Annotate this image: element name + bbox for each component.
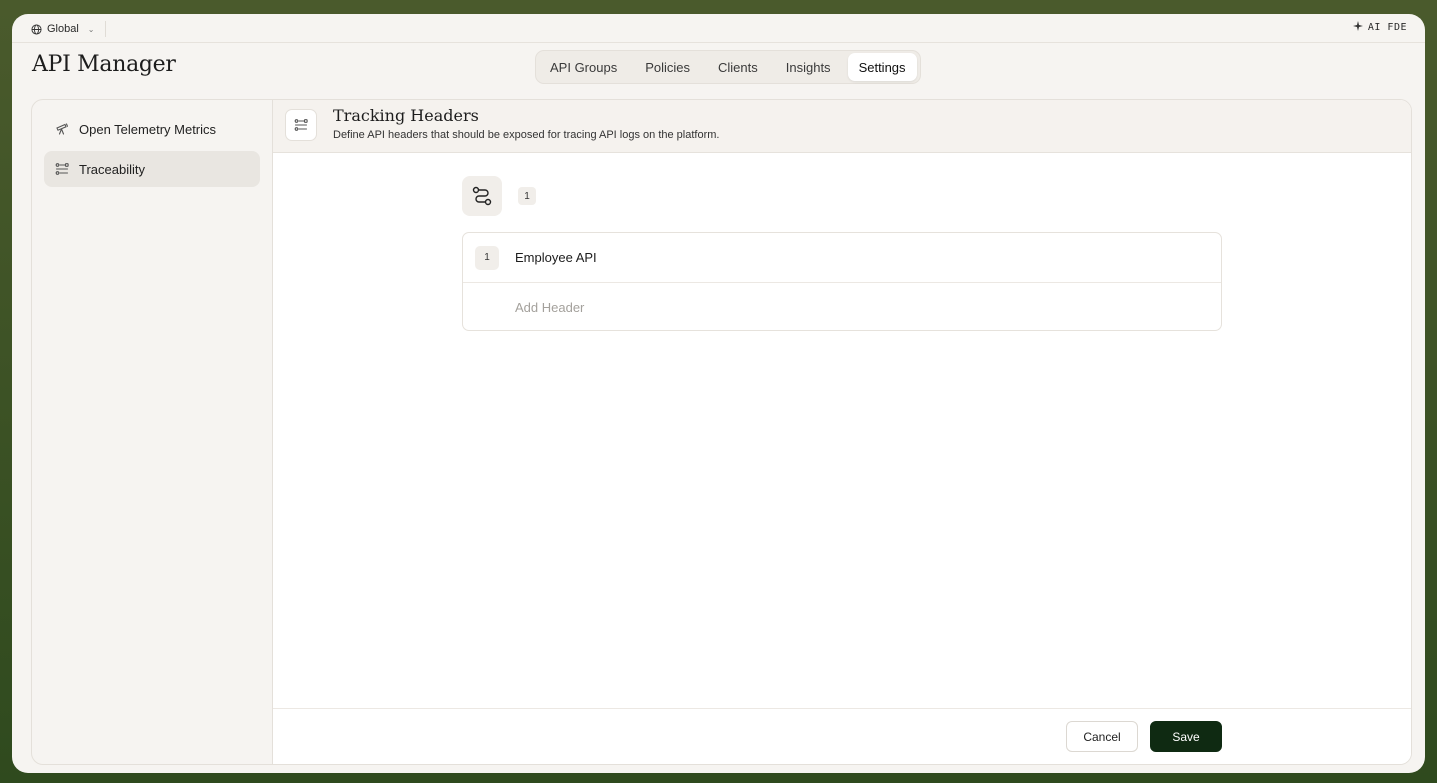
traceability-icon (285, 109, 317, 141)
top-bar: Global ⌄ AI FDE (12, 14, 1425, 43)
scope-label: Global (47, 23, 79, 35)
sidebar-item-label: Traceability (79, 161, 145, 177)
ai-fde-button[interactable]: AI FDE (1352, 21, 1407, 34)
globe-icon (31, 23, 42, 35)
settings-panel: Open Telemetry Metrics Traceability Trac… (31, 99, 1412, 765)
telescope-icon (55, 122, 69, 136)
section-header: Tracking Headers Define API headers that… (273, 100, 1411, 153)
traceability-icon (55, 162, 69, 176)
ai-fde-label: AI FDE (1367, 22, 1407, 33)
scope-selector[interactable]: Global ⌄ (31, 21, 106, 37)
sparkle-icon (1352, 21, 1363, 34)
footer-actions: Cancel Save (273, 708, 1411, 764)
content-area: Tracking Headers Define API headers that… (273, 100, 1411, 764)
tab-settings[interactable]: Settings (847, 53, 917, 81)
page-title: API Manager (32, 52, 176, 77)
tab-insights[interactable]: Insights (775, 53, 842, 81)
settings-sidebar: Open Telemetry Metrics Traceability (32, 100, 273, 764)
tab-clients[interactable]: Clients (707, 53, 769, 81)
headers-list: 1 Employee API Add Header (462, 232, 1222, 331)
tab-api-groups[interactable]: API Groups (539, 53, 628, 81)
section-title: Tracking Headers (333, 106, 479, 125)
sidebar-item-label: Open Telemetry Metrics (79, 121, 217, 137)
add-header-input[interactable]: Add Header (515, 300, 584, 315)
chevron-down-icon: ⌄ (87, 24, 95, 34)
row-index: 1 (475, 245, 499, 270)
header-name: Employee API (515, 250, 597, 265)
section-description: Define API headers that should be expose… (333, 129, 720, 141)
list-item[interactable]: 1 Employee API (463, 233, 1221, 282)
main-tabs: API Groups Policies Clients Insights Set… (535, 50, 921, 84)
save-button[interactable]: Save (1150, 721, 1222, 752)
route-icon (462, 176, 502, 216)
cancel-button[interactable]: Cancel (1066, 721, 1138, 752)
sidebar-item-traceability[interactable]: Traceability (44, 151, 260, 187)
app-window: Global ⌄ AI FDE API Manager API Groups P… (12, 14, 1425, 773)
add-header-row[interactable]: Add Header (463, 282, 1221, 331)
sidebar-item-open-telemetry-metrics[interactable]: Open Telemetry Metrics (44, 111, 260, 147)
tab-policies[interactable]: Policies (634, 53, 701, 81)
header-count-badge: 1 (518, 187, 536, 205)
